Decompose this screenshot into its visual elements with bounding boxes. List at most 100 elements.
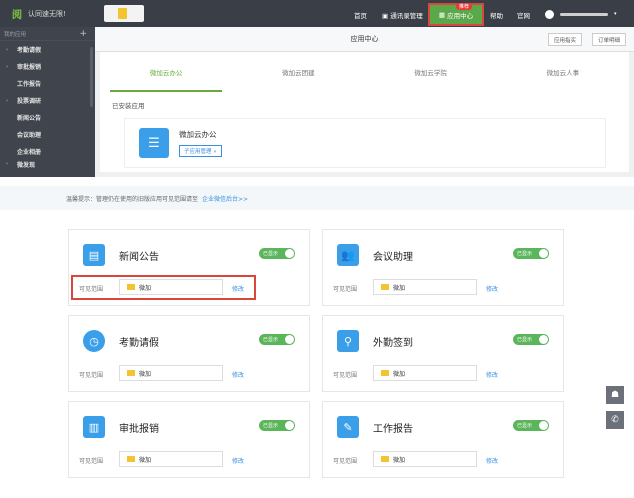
sidebar-item-label: 企业相册 <box>17 149 42 156</box>
nav-contacts[interactable]: ▣ 通讯录管理 <box>382 10 423 20</box>
chevron-right-icon: › <box>6 46 9 53</box>
notice-bar: 温馨提示：管理仍在使用的旧版应用可见范围请至 企业微信后台>> <box>0 186 634 210</box>
user-menu[interactable]: ▾ <box>545 9 625 19</box>
tab-office[interactable]: 微加云办公 <box>100 52 232 92</box>
grid-icon: ▦ <box>438 10 448 19</box>
meeting-icon: 👥 <box>337 244 359 266</box>
logo-mark: 阅 <box>12 10 22 21</box>
folder-icon <box>381 284 389 290</box>
card-title: 考勤请假 <box>119 338 159 349</box>
sidebar-item-label: 会议助理 <box>17 132 42 139</box>
sidebar-item[interactable]: › 考勤请假 <box>0 41 95 58</box>
notice-text: 温馨提示：管理仍在使用的旧版应用可见范围请至 <box>66 195 199 203</box>
range-value: 微加 <box>139 456 152 464</box>
display-toggle[interactable]: 已显示 <box>513 420 549 431</box>
page-header: 应用中心 应用指买 订单明细 <box>95 27 634 52</box>
sidebar-item-label: 投票调研 <box>17 98 42 105</box>
sidebar-item-label: 审批报销 <box>17 64 42 71</box>
sidebar-item[interactable]: 工作报告 <box>0 75 95 92</box>
folder-icon <box>381 456 389 462</box>
sidebar-item-label: 工作报告 <box>17 81 42 88</box>
range-value: 微加 <box>139 370 152 378</box>
report-icon: ✎ <box>337 416 359 438</box>
phone-icon[interactable]: ✆ <box>606 411 624 429</box>
card-title: 工作报告 <box>373 424 413 435</box>
edit-link[interactable]: 修改 <box>486 284 498 293</box>
folder-icon <box>127 370 135 376</box>
nav-help[interactable]: 帮助 <box>490 10 503 20</box>
edit-link[interactable]: 修改 <box>232 370 244 379</box>
sidebar-item[interactable]: › 审批报销 <box>0 58 95 75</box>
app-card-report: ✎ 工作报告 已显示 可见范围 微加 修改 <box>322 401 564 478</box>
range-field[interactable]: 微加 <box>373 365 477 381</box>
sub-app-manage-button[interactable]: 子应用管理 » <box>179 145 222 157</box>
folder-icon <box>127 456 135 462</box>
tab-hr[interactable]: 微加云人事 <box>497 52 629 92</box>
display-toggle[interactable]: 已显示 <box>513 248 549 259</box>
tab-academy[interactable]: 微加云学院 <box>365 52 497 92</box>
nav-app-center[interactable]: ▦ 应用中心 推荐 <box>428 3 484 26</box>
range-label: 可见范围 <box>333 458 358 465</box>
sidebar-item-label: 考勤请假 <box>17 47 42 54</box>
range-value: 微加 <box>393 456 406 464</box>
app-guide-button[interactable]: 应用指买 <box>547 33 582 46</box>
range-label: 可见范围 <box>79 372 104 379</box>
installed-app-card: ☰ 微加云办公 子应用管理 » <box>124 118 606 168</box>
chevron-down-icon: ▾ <box>614 11 617 17</box>
sidebar-item-label: 微发现 <box>17 161 36 169</box>
wecom-admin-link[interactable]: 企业微信后台>> <box>202 194 248 203</box>
sidebar-scrollbar[interactable] <box>90 47 93 107</box>
range-field[interactable]: 微加 <box>119 451 223 467</box>
location-icon: ⚲ <box>337 330 359 352</box>
sidebar-item[interactable]: 会议助理 <box>0 126 95 143</box>
installed-label: 已安装应用 <box>112 102 145 110</box>
logo[interactable]: 阅 认同速无限! <box>12 6 66 22</box>
display-toggle[interactable]: 已显示 <box>259 420 295 431</box>
sidebar-item[interactable]: 新闻公告 <box>0 109 95 126</box>
card-title: 外勤签到 <box>373 338 413 349</box>
nav-home[interactable]: 首页 <box>354 10 367 20</box>
clock-icon: ◷ <box>83 330 105 352</box>
sidebar-header: 我的应用 + <box>0 27 95 41</box>
range-field[interactable]: 微加 <box>119 365 223 381</box>
highlight-box <box>71 275 256 300</box>
tab-team[interactable]: 微加云团建 <box>232 52 364 92</box>
sidebar-item-label: 新闻公告 <box>17 115 42 122</box>
app-card-approval: ▥ 审批报销 已显示 可见范围 微加 修改 <box>68 401 310 478</box>
nav-site[interactable]: 官网 <box>517 10 530 20</box>
sidebar-item[interactable]: 企业相册 <box>0 143 95 160</box>
main-panel: 应用中心 应用指买 订单明细 微加云办公 微加云团建 微加云学院 微加云人事 已… <box>95 27 634 177</box>
chevron-right-icon: › <box>6 63 9 70</box>
add-icon[interactable]: + <box>79 29 87 39</box>
support-icon[interactable]: ☗ <box>606 386 624 404</box>
installed-app-name: 微加云办公 <box>179 130 217 139</box>
edit-link[interactable]: 修改 <box>486 370 498 379</box>
company-name: 认同速无限! <box>28 9 66 18</box>
edit-link[interactable]: 修改 <box>486 456 498 465</box>
avatar <box>545 9 554 19</box>
user-name <box>560 12 608 16</box>
folder-tile[interactable] <box>104 5 144 22</box>
sidebar-item[interactable]: › 微发现 <box>0 160 95 168</box>
display-toggle[interactable]: 已显示 <box>259 334 295 345</box>
card-title: 新闻公告 <box>119 252 159 263</box>
range-field[interactable]: 微加 <box>373 451 477 467</box>
folder-icon <box>381 370 389 376</box>
nav-app-center-label: 应用中心 <box>447 11 474 20</box>
display-toggle[interactable]: 已显示 <box>259 248 295 259</box>
range-value: 微加 <box>393 370 406 378</box>
display-toggle[interactable]: 已显示 <box>513 334 549 345</box>
sidebar: 我的应用 + › 考勤请假 › 审批报销 工作报告 › 投票调研 新闻公告 会议助理 … <box>0 27 95 177</box>
app-card-meeting: 👥 会议助理 已显示 可见范围 微加 修改 <box>322 229 564 306</box>
card-title: 审批报销 <box>119 424 159 435</box>
tab-bar: 微加云办公 微加云团建 微加云学院 微加云人事 <box>100 52 629 92</box>
range-field[interactable]: 微加 <box>373 279 477 295</box>
office-icon: ☰ <box>139 128 169 158</box>
sidebar-item[interactable]: › 投票调研 <box>0 92 95 109</box>
chevron-right-icon: › <box>6 97 9 104</box>
edit-link[interactable]: 修改 <box>232 456 244 465</box>
range-value: 微加 <box>393 284 406 292</box>
nav-contacts-label: 通讯录管理 <box>390 12 423 20</box>
order-detail-button[interactable]: 订单明细 <box>591 33 626 46</box>
card-title: 会议助理 <box>373 252 413 263</box>
